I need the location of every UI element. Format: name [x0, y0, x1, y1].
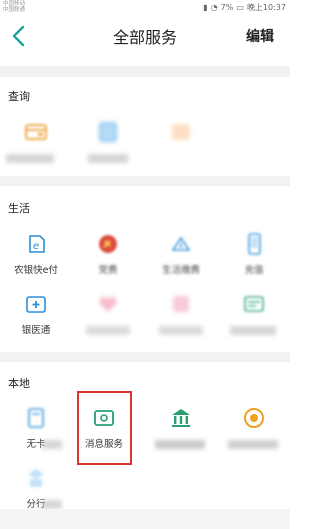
branch-icon: [24, 466, 48, 490]
svg-text:e: e: [33, 241, 39, 252]
battery-icon: ▭: [236, 3, 244, 12]
label-placeholder: [6, 154, 54, 163]
chevron-left-icon: [12, 25, 25, 47]
service-item-life-8[interactable]: [218, 292, 290, 348]
service-item-kuaiepay[interactable]: e 农银快e付: [0, 232, 72, 288]
battery-level: 7%: [220, 3, 234, 12]
label-placeholder: [159, 326, 203, 335]
service-item-life-7[interactable]: [145, 292, 217, 348]
gift-icon: [169, 292, 193, 316]
status-indicators: ▮ ◔ 7% ▭ 晚上10:37: [203, 2, 286, 13]
clock: 晚上10:37: [246, 3, 286, 12]
service-item-query-1[interactable]: [0, 120, 72, 176]
service-item-utility[interactable]: 生活缴费: [145, 232, 217, 288]
section-title-query: 查询: [8, 90, 30, 103]
service-item-topup[interactable]: 充值: [218, 232, 290, 288]
service-label: 银医通: [21, 325, 51, 336]
house-icon: [169, 232, 193, 256]
service-item-cardless[interactable]: 无卡: [0, 406, 72, 462]
service-item-life-6[interactable]: [72, 292, 144, 348]
phone-icon: [242, 232, 266, 256]
service-item-query-3[interactable]: [145, 120, 217, 176]
service-item-query-2[interactable]: [72, 120, 144, 176]
signal-icon: ▮: [203, 3, 208, 12]
e-pay-icon: e: [24, 232, 48, 256]
service-item-message[interactable]: 消息服务: [68, 406, 140, 462]
label-placeholder: [86, 326, 130, 335]
section-title-local: 本地: [8, 377, 30, 390]
party-icon: [96, 232, 120, 256]
label-placeholder: [155, 440, 205, 449]
section-divider: [0, 352, 290, 362]
message-icon: [92, 406, 116, 430]
service-item-bank[interactable]: [145, 406, 217, 462]
heart-icon: [96, 292, 120, 316]
service-item-coin[interactable]: [218, 406, 290, 462]
card-icon: [24, 120, 48, 144]
service-label: 农银快e付: [14, 265, 58, 276]
hospital-icon: [24, 292, 48, 316]
label-placeholder: [42, 440, 62, 449]
carrier-info: 中国移动 中国联通: [3, 1, 25, 13]
nocard-icon: [24, 406, 48, 430]
bottom-divider: [0, 509, 290, 529]
bank-icon: [169, 406, 193, 430]
wifi-icon: ◔: [210, 3, 218, 12]
nav-bar: 全部服务 编辑: [0, 14, 290, 58]
service-item-hospital[interactable]: 银医通: [0, 292, 72, 348]
service-label: 消息服务: [84, 439, 123, 450]
label-placeholder: [42, 500, 62, 509]
carrier-2: 中国联通: [3, 7, 26, 13]
label-placeholder: [88, 154, 128, 163]
service-label: 党费: [98, 265, 118, 276]
document-icon: [96, 120, 120, 144]
label-placeholder: [230, 326, 276, 335]
service-label: 充值: [244, 265, 264, 276]
section-divider: [0, 66, 290, 77]
service-item-party-fee[interactable]: 党费: [72, 232, 144, 288]
label-placeholder: [228, 440, 278, 449]
service-label: 生活缴费: [161, 265, 200, 276]
section-title-life: 生活: [8, 202, 30, 215]
coin-icon: [242, 406, 266, 430]
back-button[interactable]: [10, 24, 30, 48]
edit-button[interactable]: 编辑: [246, 26, 274, 46]
card2-icon: [242, 292, 266, 316]
box-icon: [169, 120, 193, 144]
status-bar: 中国移动 中国联通 ▮ ◔ 7% ▭ 晚上10:37: [0, 0, 290, 14]
section-divider: [0, 176, 290, 186]
